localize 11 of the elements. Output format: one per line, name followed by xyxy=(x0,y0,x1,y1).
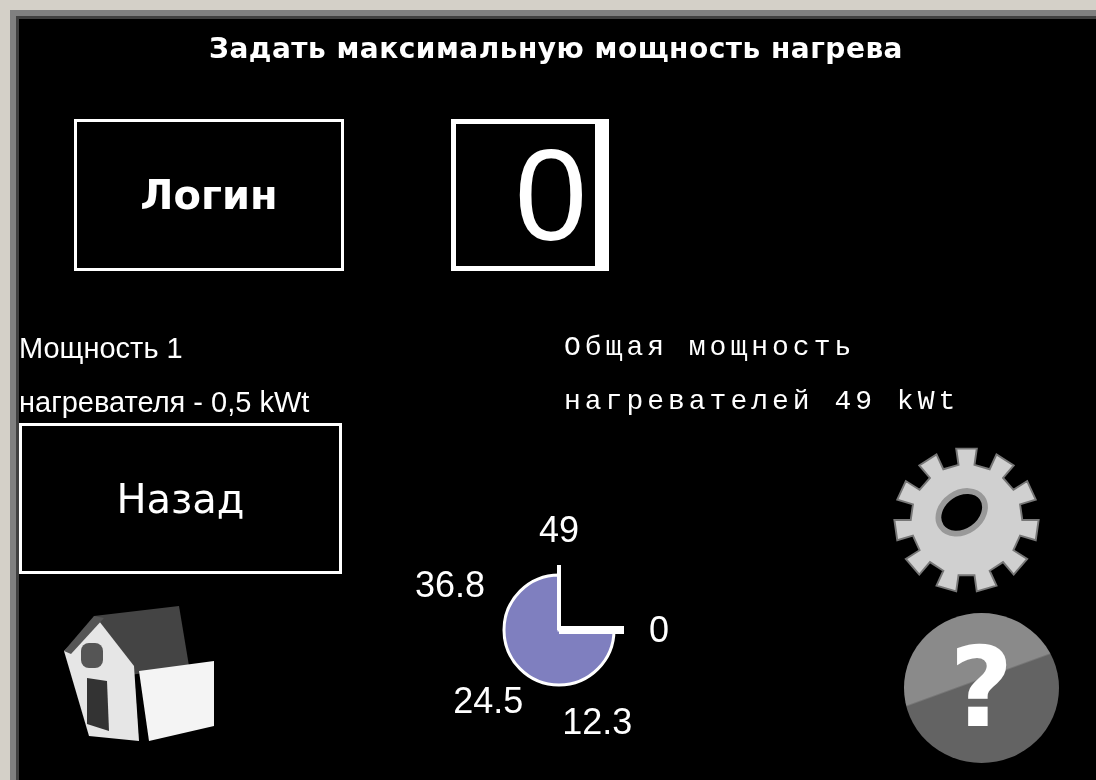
scale-label: 49 xyxy=(539,512,579,548)
scale-label: 36.8 xyxy=(414,566,485,603)
scale-label: 12.3 xyxy=(562,704,633,741)
total-power-text: Общая мощность нагревателей 49 kWt xyxy=(564,331,960,419)
value-display[interactable]: 0 xyxy=(451,119,609,271)
back-button[interactable]: Назад xyxy=(19,423,342,574)
scale-label: 24.5 xyxy=(453,682,524,719)
login-button[interactable]: Логин xyxy=(74,119,344,271)
screen-title: Задать максимальную мощность нагрева xyxy=(208,31,904,67)
scale-label: 0 xyxy=(649,612,669,648)
heater-power-text: Мощность 1 нагревателя - 0,5 kWt xyxy=(19,331,311,420)
